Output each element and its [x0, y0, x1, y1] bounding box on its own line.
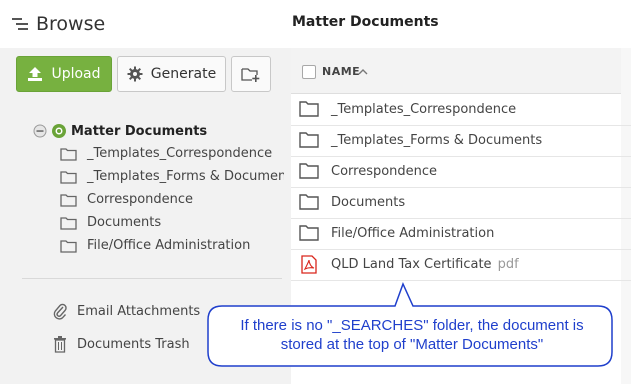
callout-line-2: stored at the top of "Matter Documents" — [280, 336, 544, 353]
callout-text: If there is no "_SEARCHES" folder, the d… — [212, 316, 612, 354]
callout-line-1: If there is no "_SEARCHES" folder, the d… — [240, 317, 584, 334]
